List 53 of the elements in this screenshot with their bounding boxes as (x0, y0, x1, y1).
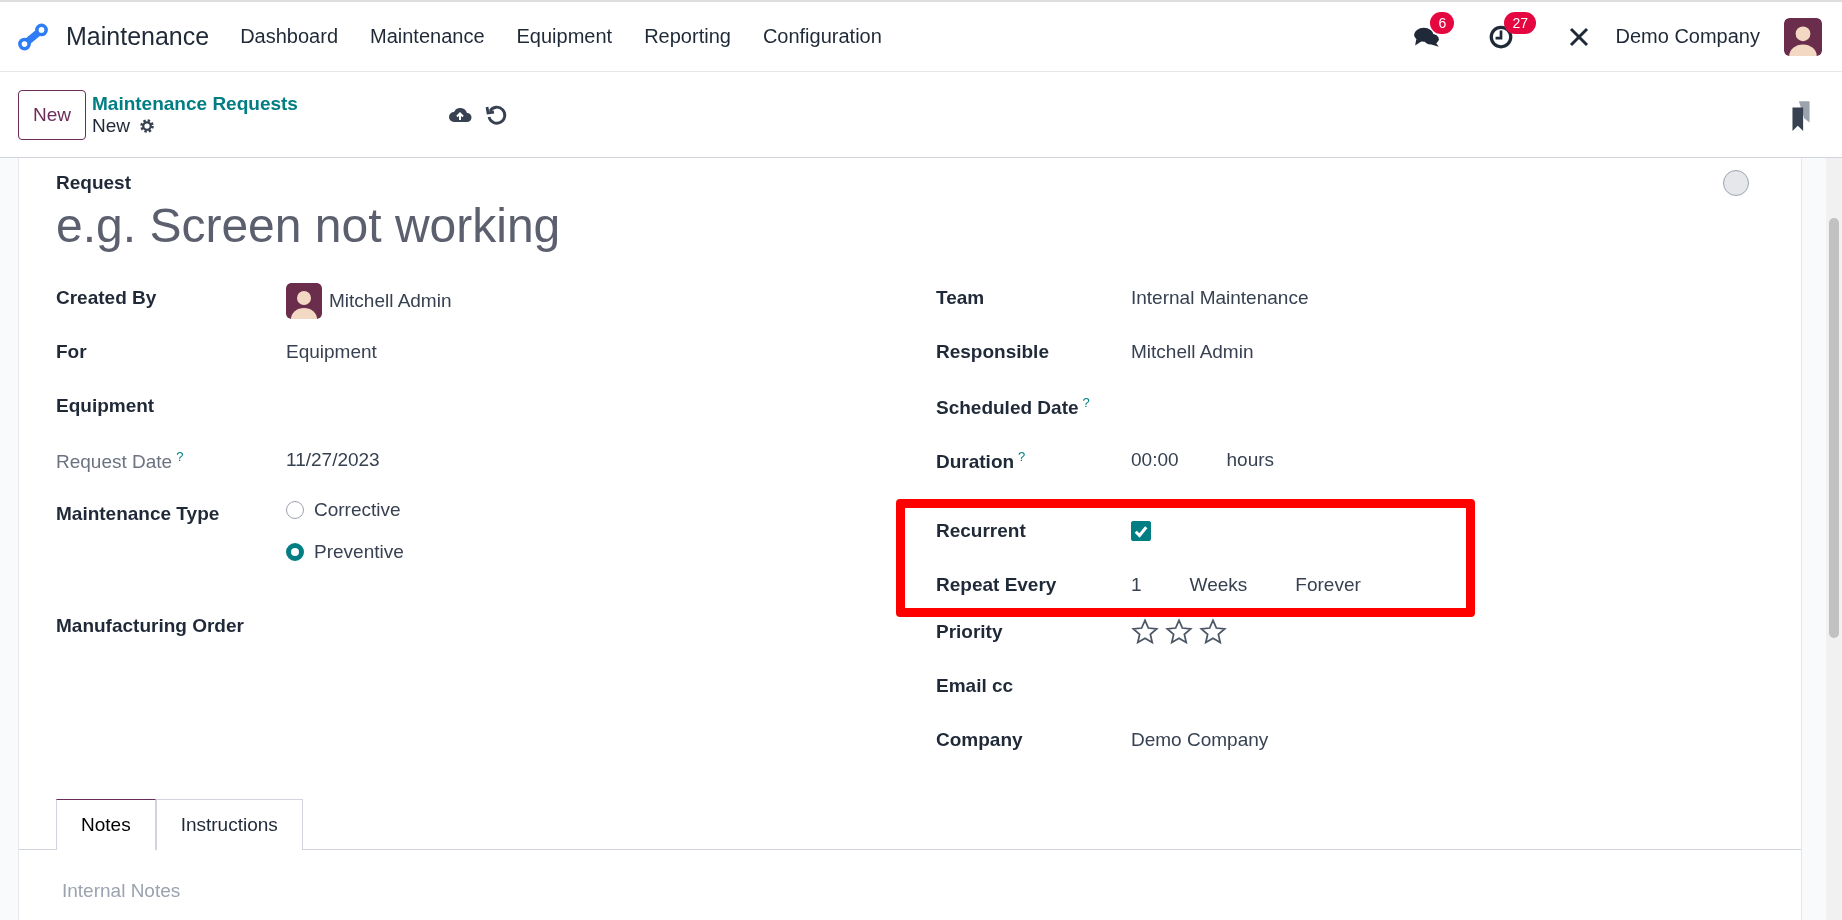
menu-item[interactable]: Dashboard (240, 25, 338, 48)
field-label: Responsible (936, 340, 1050, 363)
star-icon[interactable] (1199, 618, 1227, 646)
field-value[interactable]: Equipment (286, 341, 377, 363)
record-name: New (92, 114, 131, 137)
field-label: For (56, 340, 88, 363)
radio-button[interactable] (286, 543, 304, 561)
message-count-badge: 6 (1430, 11, 1455, 34)
field-label: Email cc (936, 674, 1015, 697)
field-value[interactable]: 1 (1131, 574, 1142, 596)
field-label: Request (56, 172, 131, 194)
field-value[interactable]: 00:00 (1131, 449, 1179, 471)
field-value[interactable]: Weeks (1189, 574, 1248, 596)
menu-item[interactable]: Reporting (644, 25, 731, 48)
app-name[interactable]: Maintenance (66, 22, 210, 51)
menu-item[interactable]: Equipment (516, 25, 613, 48)
field-label: Recurrent (936, 519, 1027, 542)
field-value[interactable]: Internal Maintenance (1131, 287, 1309, 309)
settings-icon[interactable] (138, 116, 157, 135)
field-label: Priority (936, 620, 1004, 643)
field-label: Scheduled Date $^{?}$ (936, 394, 1091, 420)
menu-item[interactable]: Configuration (762, 25, 882, 48)
user-avatar[interactable] (1784, 17, 1822, 56)
field-label: Manufacturing Order (56, 614, 245, 637)
field-label: Company (936, 728, 1024, 751)
checkbox[interactable] (1131, 521, 1151, 541)
field-label: Maintenance Type (56, 502, 221, 525)
star-icon[interactable] (1165, 618, 1193, 646)
field-label: Team (936, 286, 986, 309)
field-label: Created By (56, 286, 158, 309)
field-value[interactable]: Mitchell Admin (1131, 341, 1254, 363)
star-icon[interactable] (1131, 618, 1159, 646)
user-avatar (286, 283, 322, 319)
menu-item[interactable]: Maintenance (370, 25, 485, 48)
field-value[interactable]: hours (1226, 449, 1275, 471)
activity-count-badge: 27 (1504, 11, 1537, 34)
field-label: Equipment (56, 394, 156, 417)
field-label: Duration $^{?}$ (936, 448, 1027, 474)
radio-label[interactable]: Corrective (314, 499, 401, 521)
field-value[interactable]: Demo Company (1131, 729, 1269, 751)
field-label: Repeat Every (936, 573, 1058, 596)
field-value[interactable]: 11/27/2023 (286, 449, 380, 471)
field-label: Request Date $^{?}$ (56, 448, 185, 474)
breadcrumb-link[interactable]: Maintenance Requests (92, 92, 298, 115)
field-value[interactable]: Forever (1295, 574, 1361, 596)
tab[interactable]: Instructions (155, 799, 303, 850)
new-button[interactable]: New (18, 89, 86, 140)
field-value[interactable]: Mitchell Admin (329, 290, 452, 312)
company-switcher[interactable]: Demo Company (1615, 25, 1760, 48)
scrollbar-thumb[interactable] (1829, 218, 1839, 638)
tab[interactable]: Notes (56, 799, 156, 850)
bookmark-icon[interactable] (1790, 98, 1812, 131)
radio-label[interactable]: Preventive (314, 541, 404, 563)
